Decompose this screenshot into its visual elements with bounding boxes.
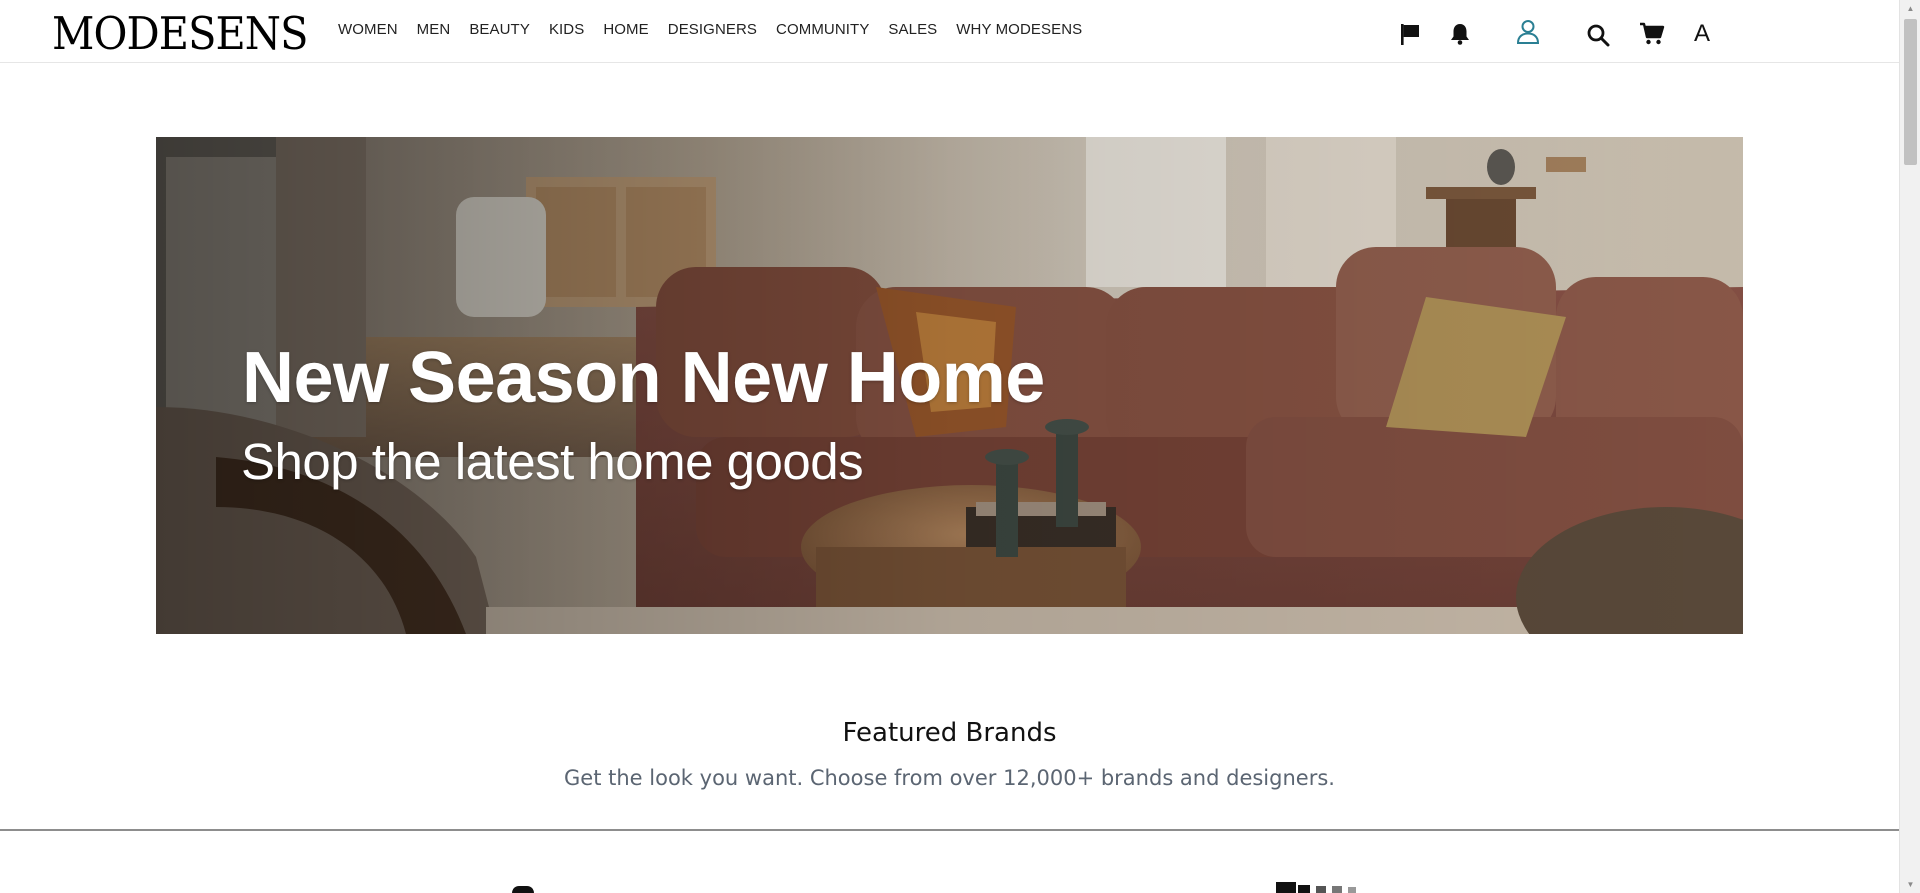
flag-icon[interactable]	[1396, 20, 1424, 48]
site-logo[interactable]: MODESENS	[52, 11, 308, 56]
cart-icon[interactable]	[1638, 20, 1666, 48]
user-icon[interactable]	[1514, 18, 1542, 46]
nav-community[interactable]: COMMUNITY	[776, 21, 869, 38]
nav-men[interactable]: MEN	[417, 21, 451, 38]
vertical-scrollbar[interactable]: ▲ ▼	[1899, 0, 1920, 893]
hero-title: New Season New Home	[242, 338, 1045, 418]
site-header: MODESENS WOMEN MEN BEAUTY KIDS HOME DESI…	[0, 0, 1899, 63]
section-divider	[0, 829, 1899, 831]
hero-subtitle: Shop the latest home goods	[241, 433, 864, 490]
nav-kids[interactable]: KIDS	[549, 21, 584, 38]
bell-icon[interactable]	[1446, 20, 1474, 48]
featured-brands-subtitle: Get the look you want. Choose from over …	[564, 766, 1335, 790]
brand-logo[interactable]	[1276, 880, 1380, 893]
search-icon[interactable]	[1584, 21, 1612, 49]
language-icon[interactable]: A	[1688, 20, 1716, 48]
brand-logo[interactable]	[512, 886, 534, 893]
nav-beauty[interactable]: BEAUTY	[469, 21, 530, 38]
nav-why-modesens[interactable]: WHY MODESENS	[956, 21, 1082, 38]
hero-banner[interactable]: New Season New Home Shop the latest home…	[156, 137, 1743, 634]
featured-brands-title: Featured Brands	[842, 718, 1057, 748]
main-nav: WOMEN MEN BEAUTY KIDS HOME DESIGNERS COM…	[338, 21, 1101, 38]
nav-home[interactable]: HOME	[603, 21, 648, 38]
nav-sales[interactable]: SALES	[888, 21, 937, 38]
scroll-thumb[interactable]	[1904, 19, 1917, 165]
nav-designers[interactable]: DESIGNERS	[668, 21, 757, 38]
scroll-up-arrow[interactable]: ▲	[1900, 0, 1920, 17]
nav-women[interactable]: WOMEN	[338, 21, 398, 38]
scroll-down-arrow[interactable]: ▼	[1900, 876, 1920, 893]
